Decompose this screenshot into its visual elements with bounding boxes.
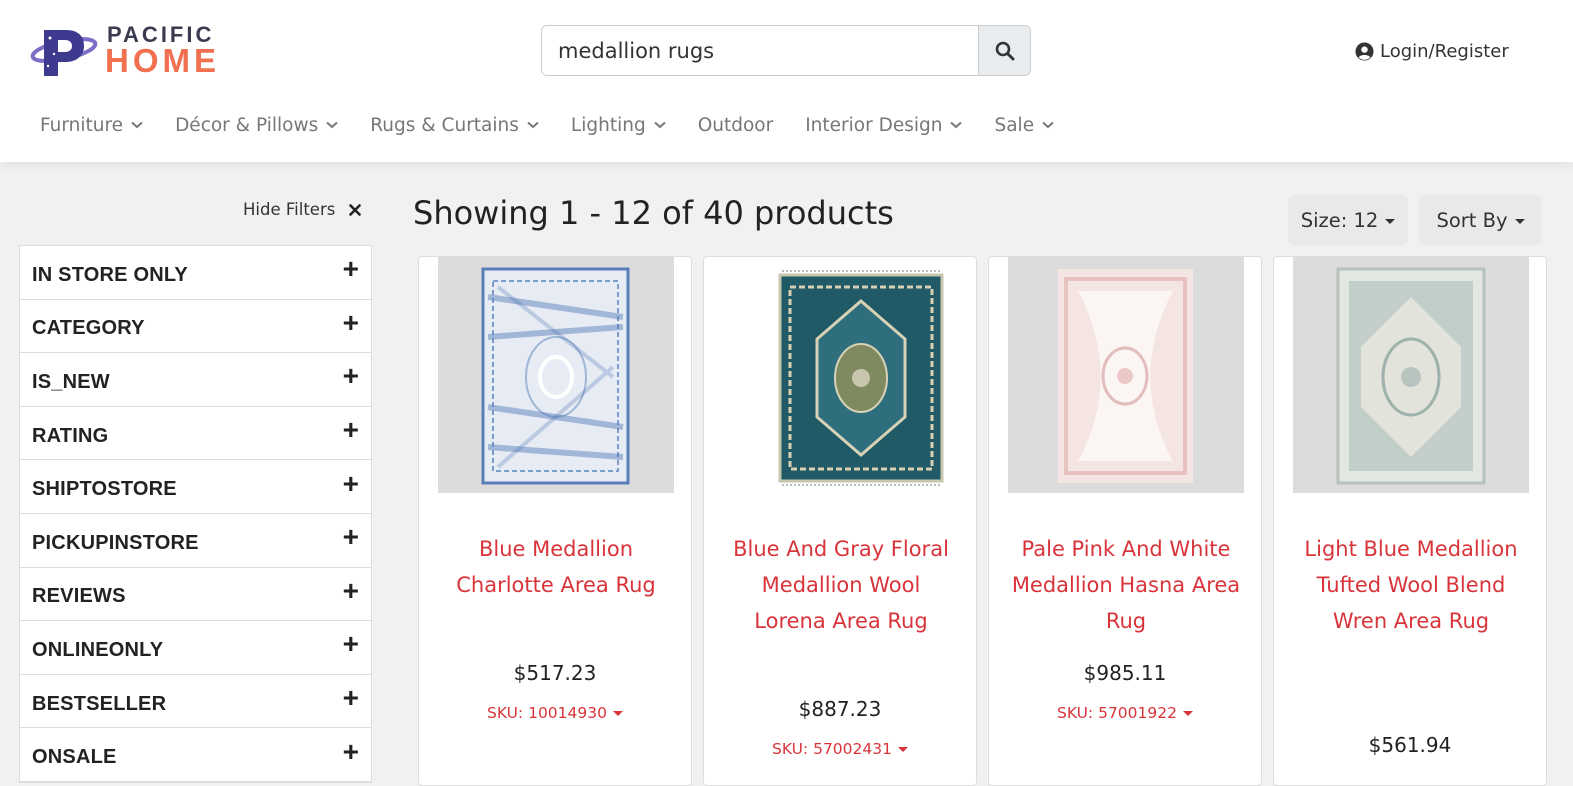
hide-filters-label: Hide Filters [243,200,336,219]
filter-pickupinstore[interactable]: PICKUPINSTORE + [20,514,371,568]
filter-rating[interactable]: RATING + [20,407,371,461]
nav-label: Sale [994,114,1035,136]
plus-icon: + [342,682,359,714]
page-size-dropdown[interactable]: Size: 12 [1288,195,1408,245]
login-register-link[interactable]: Login/Register [1355,38,1509,64]
product-name-link[interactable]: Pale Pink And White Medallion Hasna Area… [1009,531,1243,639]
hide-filters-button[interactable]: Hide Filters [243,200,362,219]
filter-label: REVIEWS [32,585,126,608]
product-sku-toggle[interactable]: SKU: 10014930 [419,704,691,722]
nav-item-outdoor[interactable]: Outdoor [698,115,774,136]
product-name-link[interactable]: Light Blue Medallion Tufted Wool Blend W… [1294,531,1528,639]
plus-icon: + [342,360,359,392]
caret-down-icon [612,710,623,716]
brand-line2: HOME [105,42,220,79]
nav-label: Interior Design [805,114,943,136]
nav-label: Outdoor [697,114,774,136]
product-sku-toggle[interactable]: SKU: 57002431 [704,740,976,758]
filter-in-store-only[interactable]: IN STORE ONLY + [20,246,371,300]
filter-label: IS_NEW [32,370,110,393]
filter-label: ONSALE [32,746,117,769]
filter-category[interactable]: CATEGORY + [20,300,371,354]
product-image[interactable] [723,257,959,493]
nav-label: Rugs & Curtains [370,114,519,136]
plus-icon: + [342,414,359,446]
sku-label: SKU: 57002431 [772,740,892,758]
nav-item-decor-pillows[interactable]: Décor & Pillows [175,115,338,136]
login-label: Login/Register [1380,40,1509,62]
search-box [541,25,1031,76]
plus-icon: + [342,467,359,499]
filter-panel: IN STORE ONLY + CATEGORY + IS_NEW + RATI… [19,245,372,783]
filter-shiptostore[interactable]: SHIPTOSTORE + [20,460,371,514]
plus-icon: + [342,735,359,767]
product-image[interactable] [1293,257,1529,493]
user-circle-icon [1355,41,1374,61]
product-card[interactable]: Pale Pink And White Medallion Hasna Area… [988,256,1262,786]
chevron-down-icon [1042,121,1054,129]
nav-label: Lighting [570,114,646,136]
search-icon [995,41,1014,60]
filter-label: PICKUPINSTORE [32,531,199,554]
product-price: $561.94 [1368,733,1452,757]
filter-reviews[interactable]: REVIEWS + [20,568,371,622]
nav-item-furniture[interactable]: Furniture [40,115,143,136]
sku-label: SKU: 10014930 [487,704,607,722]
caret-down-icon [1182,710,1193,716]
main-nav: Furniture Décor & Pillows Rugs & Curtain… [40,110,1086,140]
nav-item-rugs-curtains[interactable]: Rugs & Curtains [370,115,539,136]
product-price: $985.11 [1083,661,1167,685]
filter-label: RATING [32,424,109,447]
chevron-down-icon [950,121,963,129]
caret-down-icon [897,746,908,752]
product-price: $887.23 [798,697,882,721]
nav-item-sale[interactable]: Sale [994,115,1054,136]
filter-label: CATEGORY [32,317,145,340]
filter-label: SHIPTOSTORE [32,478,177,501]
site-header: PACIFIC HOME Login/Register Furniture Dé… [0,0,1573,162]
chevron-down-icon [326,121,338,129]
sort-by-dropdown[interactable]: Sort By [1419,195,1542,245]
filter-label: BESTSELLER [32,692,167,715]
caret-down-icon [1385,218,1396,224]
nav-label: Décor & Pillows [175,114,319,136]
sku-label: SKU: 57001922 [1057,704,1177,722]
chevron-down-icon [654,121,666,129]
plus-icon: + [342,521,359,553]
page-size-label: Size: 12 [1300,208,1379,232]
filter-label: ONLINEONLY [32,638,164,661]
plus-icon: + [342,628,359,660]
filter-label: IN STORE ONLY [32,263,188,286]
nav-item-interior-design[interactable]: Interior Design [805,114,963,136]
filter-is-new[interactable]: IS_NEW + [20,353,371,407]
product-card[interactable]: Blue And Gray Floral Medallion Wool Lore… [703,256,977,786]
plus-icon: + [342,253,359,285]
search-input[interactable] [542,26,979,75]
results-count-title: Showing 1 - 12 of 40 products [413,194,894,232]
filter-onsale[interactable]: ONSALE + [20,728,371,782]
search-button[interactable] [978,26,1030,75]
plus-icon: + [342,306,359,338]
brand-logo[interactable]: PACIFIC HOME [30,20,240,80]
product-name-link[interactable]: Blue Medallion Charlotte Area Rug [439,531,673,603]
product-name-link[interactable]: Blue And Gray Floral Medallion Wool Lore… [724,531,958,639]
product-card[interactable]: Light Blue Medallion Tufted Wool Blend W… [1273,256,1547,786]
nav-label: Furniture [40,114,124,136]
filter-bestseller[interactable]: BESTSELLER + [20,675,371,729]
product-price: $517.23 [513,661,597,685]
plus-icon: + [342,574,359,606]
filter-onlineonly[interactable]: ONLINEONLY + [20,621,371,675]
nav-item-lighting[interactable]: Lighting [571,115,666,136]
chevron-down-icon [527,121,539,129]
logo-p-icon [30,30,98,76]
caret-down-icon [1514,218,1525,224]
chevron-down-icon [131,121,143,129]
product-image[interactable] [1008,257,1244,493]
close-icon [349,203,362,216]
product-image[interactable] [438,257,674,493]
product-sku-toggle[interactable]: SKU: 57001922 [989,704,1261,722]
product-card[interactable]: Blue Medallion Charlotte Area Rug $517.2… [418,256,692,786]
sort-by-label: Sort By [1436,208,1508,232]
